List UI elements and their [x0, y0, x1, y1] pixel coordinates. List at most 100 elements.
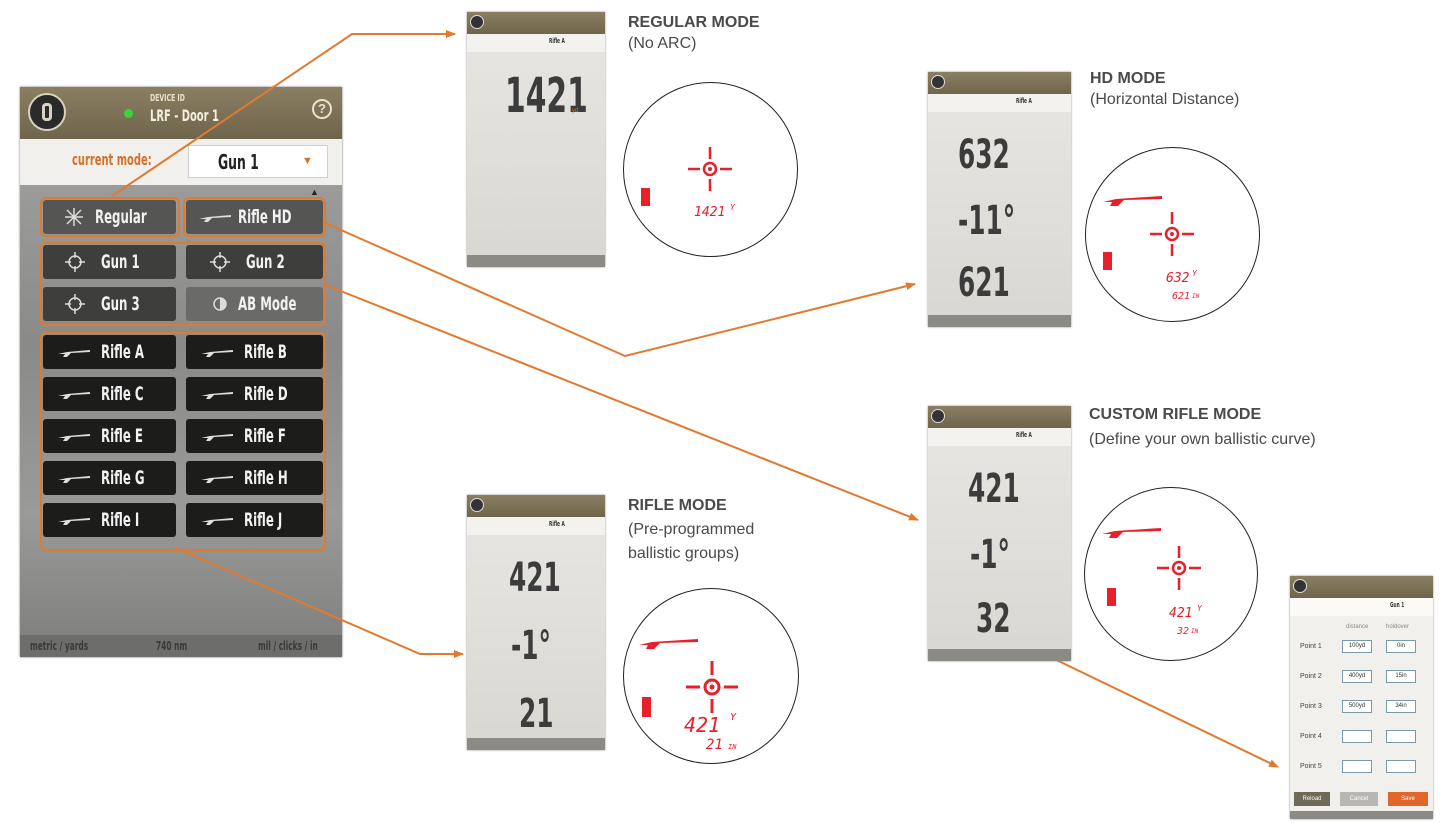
distance-field[interactable]: [1342, 760, 1372, 773]
battery-icon: [1107, 588, 1116, 606]
point-label: Point 5: [1300, 763, 1322, 770]
rifle-mode-screen: Rifle A 421 -1° 21: [467, 495, 605, 750]
form-selected-mode: Gun 1: [1390, 601, 1405, 609]
scope-unit: Y: [1192, 269, 1197, 278]
regular-mode-screen: Rifle A 1421 yd: [467, 12, 605, 267]
thumb-header: [467, 12, 605, 34]
distance-field[interactable]: 500yd: [1342, 700, 1372, 713]
thumb-selected-mode: Rifle A: [549, 520, 565, 528]
scope-holdover-unit: IN: [1191, 628, 1199, 635]
angle-value: -11°: [958, 198, 1016, 244]
rifle-mode-subtitle: (Pre-programmed ballistic groups): [628, 521, 755, 562]
brand-logo-icon: [470, 15, 484, 29]
scope-distance: 421: [1169, 606, 1193, 621]
scope-distance: 632: [1166, 271, 1190, 286]
reticle-icon: [688, 147, 732, 191]
holdover-field[interactable]: 34in: [1386, 700, 1416, 713]
arrow-rifle: [175, 547, 464, 658]
distance-field[interactable]: 100yd: [1342, 640, 1372, 653]
reticle-icon: [1150, 212, 1194, 256]
point-label: Point 3: [1300, 703, 1322, 710]
thumb-mode-bar: [1290, 598, 1433, 616]
scope-hd: 621: [1172, 291, 1191, 302]
brand-logo-icon: [1293, 579, 1307, 593]
thumb-mode-bar: [928, 428, 1071, 446]
point-label: Point 1: [1300, 643, 1322, 650]
brand-logo-icon: [470, 498, 484, 512]
thumb-mode-bar: [928, 94, 1071, 112]
custom-curve-form-screen: Gun 1 distance holdover Point 1 100yd 0in P…: [1290, 576, 1433, 819]
form-col-holdover: holdover: [1386, 624, 1410, 630]
regular-mode-subtitle: (No ARC): [628, 35, 697, 52]
holdover-field[interactable]: 0in: [1386, 640, 1416, 653]
hd-mode-title: HD MODE: [1090, 70, 1166, 87]
scope-holdover: 21: [706, 737, 723, 753]
thumb-header: [1290, 576, 1433, 598]
save-button[interactable]: Save: [1388, 792, 1428, 806]
arrow-hd: [322, 221, 916, 358]
thumb-header: [928, 72, 1071, 94]
thumb-mode-bar: [467, 34, 605, 52]
brand-logo-icon: [931, 409, 945, 423]
thumb-footer: [1290, 811, 1433, 819]
distance-field[interactable]: [1342, 730, 1372, 743]
hd-scope-view: 632 Y 621 IN: [1085, 147, 1260, 322]
rifle-mode-title: RIFLE MODE: [628, 497, 727, 514]
custom-rifle-mode-screen: Rifle A 421 -1° 32: [928, 406, 1071, 661]
distance-unit: yd: [572, 108, 579, 114]
thumb-footer: [928, 315, 1071, 327]
thumb-footer: [467, 738, 605, 750]
angle-value: -1°: [511, 623, 551, 669]
custom-mode-title: CUSTOM RIFLE MODE: [1089, 406, 1262, 423]
distance-value: 421: [509, 555, 561, 601]
cancel-button[interactable]: Cancel: [1340, 792, 1378, 806]
scope-holdover: 32: [1177, 626, 1190, 637]
arrow-regular: [111, 30, 456, 197]
thumb-selected-mode: Rifle A: [549, 37, 565, 45]
thumb-header: [928, 406, 1071, 428]
point-label: Point 2: [1300, 673, 1322, 680]
battery-icon: [1103, 252, 1112, 270]
holdover-field[interactable]: 15in: [1386, 670, 1416, 683]
point-label: Point 4: [1300, 733, 1322, 740]
distance-value: 421: [968, 466, 1020, 512]
scope-unit: Y: [1197, 604, 1202, 613]
scope-distance: 1421: [694, 205, 726, 220]
scope-unit: Y: [730, 712, 737, 723]
arrow-custom: [322, 283, 919, 521]
scope-unit: Y: [730, 203, 735, 212]
scope-distance: 421: [684, 713, 721, 737]
distance-field[interactable]: 400yd: [1342, 670, 1372, 683]
regular-mode-title: REGULAR MODE: [628, 14, 760, 31]
thumb-selected-mode: Rifle A: [1016, 97, 1032, 105]
reticle-icon: [686, 661, 738, 713]
reload-button[interactable]: Reload: [1294, 792, 1330, 806]
battery-icon: [641, 188, 650, 206]
form-col-distance: distance: [1346, 624, 1369, 630]
hd-mode-screen: Rifle A 632 -11° 621: [928, 72, 1071, 327]
thumb-footer: [928, 649, 1071, 661]
holdover-field[interactable]: [1386, 730, 1416, 743]
rifle-icon: [639, 639, 698, 649]
holdover-value: 21: [519, 691, 554, 737]
brand-logo-icon: [931, 75, 945, 89]
reticle-icon: [1157, 546, 1201, 590]
rifle-scope-view: 421 Y 21 IN: [623, 588, 799, 764]
holdover-value: 32: [976, 596, 1011, 642]
thumb-mode-bar: [467, 517, 605, 535]
thumb-selected-mode: Rifle A: [1016, 431, 1032, 439]
arrow-custom-form: [1041, 652, 1279, 768]
angle-value: -1°: [970, 532, 1010, 578]
scope-hd-unit: IN: [1192, 293, 1200, 300]
thumb-footer: [467, 255, 605, 267]
regular-scope-view: 1421 Y: [623, 82, 798, 257]
custom-scope-view: 421 Y 32 IN: [1084, 487, 1258, 661]
custom-mode-subtitle: (Define your own ballistic curve): [1089, 431, 1316, 448]
scope-holdover-unit: IN: [728, 743, 737, 751]
distance-value: 632: [958, 132, 1010, 178]
distance-value: 1421: [505, 68, 588, 124]
holdover-field[interactable]: [1386, 760, 1416, 773]
thumb-header: [467, 495, 605, 517]
horizontal-distance-value: 621: [958, 260, 1010, 306]
hd-mode-subtitle: (Horizontal Distance): [1090, 91, 1240, 108]
